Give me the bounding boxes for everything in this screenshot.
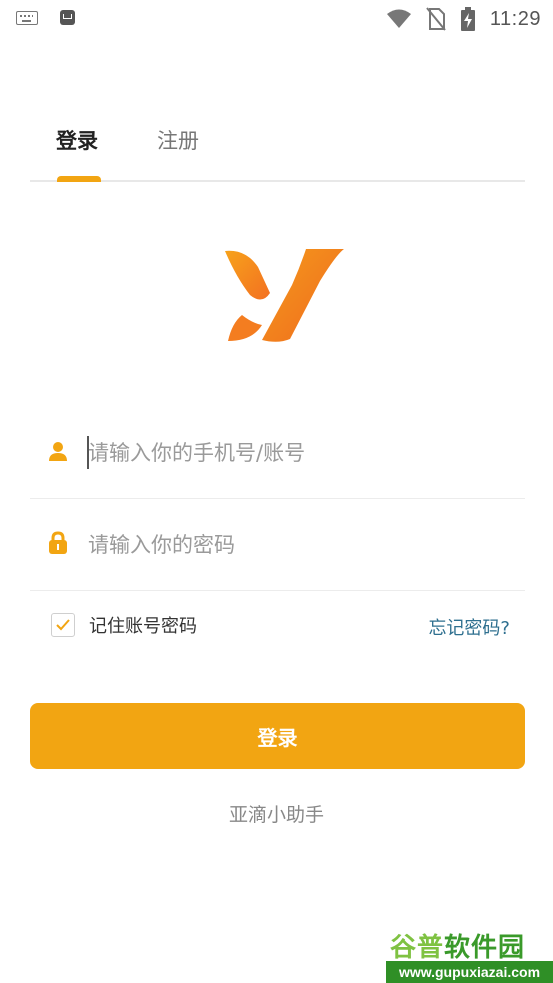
tab-active-indicator: [57, 176, 101, 182]
user-icon: [49, 442, 67, 461]
remember-checkbox[interactable]: [51, 613, 75, 637]
status-time: 11:29: [489, 7, 541, 30]
lock-icon: [49, 531, 67, 554]
login-button[interactable]: 登录: [30, 703, 525, 769]
forgot-password-link[interactable]: 忘记密码?: [428, 614, 510, 640]
tab-register[interactable]: 注册: [157, 125, 199, 155]
remember-label[interactable]: 记住账号密码: [89, 612, 197, 638]
keyboard-icon: [16, 10, 38, 25]
remember-row: 记住账号密码: [51, 612, 197, 638]
text-cursor: [87, 436, 89, 469]
check-icon: [56, 619, 70, 631]
password-field-row: [30, 499, 525, 591]
account-field-row: [30, 407, 525, 499]
watermark-title-part2: 软件园: [444, 933, 526, 963]
app-name-label: 亚滴小助手: [228, 804, 324, 826]
app-notification-icon: [60, 10, 75, 25]
wifi-icon: [386, 9, 411, 28]
auth-tabs: 登录 注册: [30, 115, 525, 182]
no-sim-icon: [426, 7, 446, 31]
watermark-url: www.gupuxiazai.com: [386, 961, 553, 983]
tab-login[interactable]: 登录: [56, 125, 98, 155]
site-watermark: 谷普软件园 www.gupuxiazai.com: [386, 924, 553, 983]
status-bar: 11:29: [0, 0, 553, 38]
app-logo: [225, 249, 344, 342]
watermark-title-part1: 谷普: [390, 933, 445, 963]
watermark-title: 谷普软件园: [390, 927, 525, 964]
account-input[interactable]: [88, 435, 508, 471]
battery-charging-icon: [460, 7, 475, 31]
password-input[interactable]: [88, 527, 508, 563]
